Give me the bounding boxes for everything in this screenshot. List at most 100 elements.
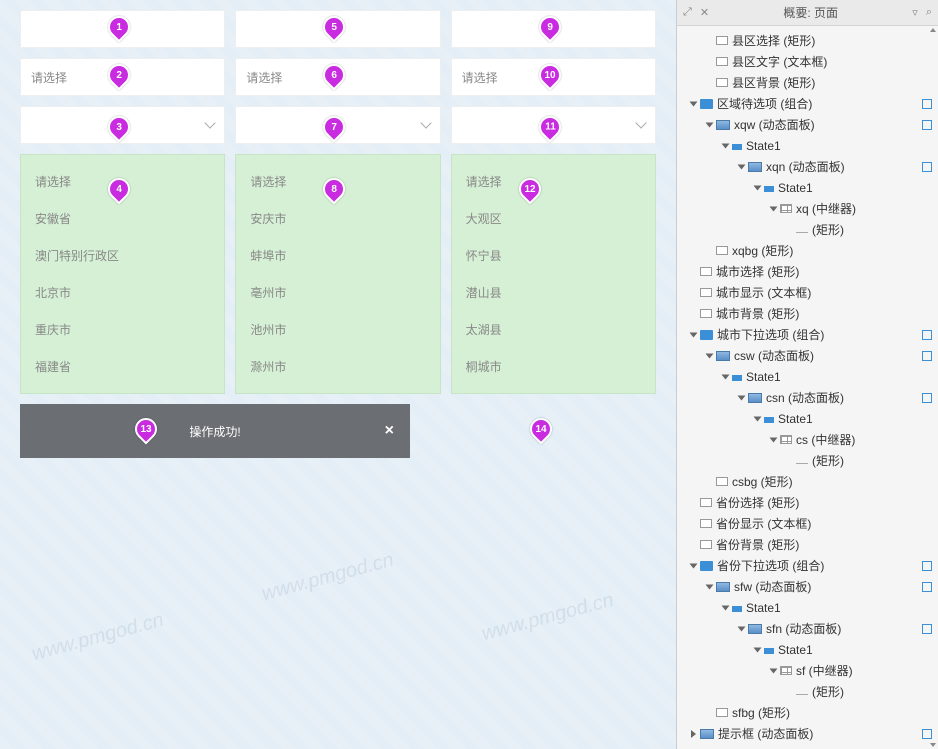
tree-node[interactable]: csbg (矩形) — [677, 471, 938, 492]
tree-node-label: 省份下拉选项 (组合) — [717, 557, 824, 574]
tree-toggle-icon[interactable] — [706, 122, 714, 127]
tree-toggle-icon[interactable] — [722, 605, 730, 610]
tree-node[interactable]: 城市背景 (矩形) — [677, 303, 938, 324]
search-icon[interactable]: ⌕ — [926, 6, 932, 19]
tree-node[interactable]: 城市下拉选项 (组合) — [677, 324, 938, 345]
tree-node[interactable]: 省份背景 (矩形) — [677, 534, 938, 555]
visibility-icon[interactable] — [922, 351, 932, 361]
tree-toggle-icon[interactable] — [770, 668, 778, 673]
tree-node[interactable]: 省份下拉选项 (组合) — [677, 555, 938, 576]
watermark: www.pmgod.cn — [479, 589, 616, 646]
tree-node[interactable]: xqn (动态面板) — [677, 156, 938, 177]
tree-node-label: sfw (动态面板) — [734, 578, 811, 595]
tree-toggle-icon[interactable] — [770, 206, 778, 211]
tree-toggle-icon[interactable] — [754, 185, 762, 190]
list-item[interactable]: 澳门特别行政区 — [21, 237, 224, 274]
tree-node[interactable]: 城市显示 (文本框) — [677, 282, 938, 303]
tree-node[interactable]: 区域待选项 (组合) — [677, 93, 938, 114]
tree-toggle-icon[interactable] — [690, 101, 698, 106]
tree-toggle-icon[interactable] — [770, 437, 778, 442]
tree-node[interactable]: xqbg (矩形) — [677, 240, 938, 261]
tree-node[interactable]: csw (动态面板) — [677, 345, 938, 366]
tree-node-label: (矩形) — [812, 452, 844, 469]
tree-node[interactable]: (矩形) — [677, 681, 938, 702]
visibility-icon[interactable] — [922, 162, 932, 172]
tree-node[interactable]: xqw (动态面板) — [677, 114, 938, 135]
tree-node[interactable]: 县区选择 (矩形) — [677, 30, 938, 51]
tree-node[interactable]: 提示框 (动态面板) — [677, 723, 938, 744]
tree-toggle-icon[interactable] — [690, 563, 698, 568]
tree-node[interactable]: 省份显示 (文本框) — [677, 513, 938, 534]
list-item[interactable]: 蚌埠市 — [236, 237, 439, 274]
grid-icon — [780, 204, 792, 213]
visibility-icon[interactable] — [922, 330, 932, 340]
filter-icon[interactable]: ▿ — [912, 6, 918, 19]
visibility-icon[interactable] — [922, 582, 932, 592]
list-item[interactable]: 北京市 — [21, 274, 224, 311]
tree-toggle-icon[interactable] — [722, 374, 730, 379]
list-item[interactable]: 桐城市 — [452, 348, 655, 385]
tree-node[interactable]: csn (动态面板) — [677, 387, 938, 408]
tree-node[interactable]: sf (中继器) — [677, 660, 938, 681]
tree-node[interactable]: 县区文字 (文本框) — [677, 51, 938, 72]
tree-node[interactable]: 城市选择 (矩形) — [677, 261, 938, 282]
tree-node[interactable]: State1 — [677, 639, 938, 660]
list-item[interactable]: 怀宁县 — [452, 237, 655, 274]
state-icon — [764, 417, 774, 423]
tree-node[interactable]: xq (中继器) — [677, 198, 938, 219]
tree-node[interactable]: sfn (动态面板) — [677, 618, 938, 639]
visibility-icon[interactable] — [922, 393, 932, 403]
visibility-icon[interactable] — [922, 729, 932, 739]
tree-toggle-icon[interactable] — [706, 584, 714, 589]
list-item[interactable]: 重庆市 — [21, 311, 224, 348]
list-item[interactable]: 太湖县 — [452, 311, 655, 348]
state-icon — [764, 186, 774, 192]
list-item[interactable]: 安庆市 — [236, 200, 439, 237]
list-item[interactable]: 请选择 — [452, 163, 655, 200]
close-icon[interactable]: × — [385, 422, 394, 440]
list-item[interactable]: 池州市 — [236, 311, 439, 348]
list-item[interactable]: 亳州市 — [236, 274, 439, 311]
tree-node[interactable]: State1 — [677, 366, 938, 387]
visibility-icon[interactable] — [922, 99, 932, 109]
folder-icon — [700, 561, 713, 571]
visibility-icon[interactable] — [922, 120, 932, 130]
tree-node[interactable]: (矩形) — [677, 450, 938, 471]
tree-node[interactable]: State1 — [677, 177, 938, 198]
state-icon — [764, 648, 774, 654]
tree-node[interactable]: State1 — [677, 135, 938, 156]
panel-icon — [716, 120, 730, 130]
tree-toggle-icon[interactable] — [738, 395, 746, 400]
panel-icon — [748, 393, 762, 403]
tree-toggle-icon[interactable] — [691, 730, 696, 738]
tree-node[interactable]: (矩形) — [677, 219, 938, 240]
tree-node[interactable]: State1 — [677, 408, 938, 429]
list-item[interactable]: 潜山县 — [452, 274, 655, 311]
list-item[interactable]: 滁州市 — [236, 348, 439, 385]
expand-icon[interactable]: ⤢ — [683, 6, 692, 19]
tree-toggle-icon[interactable] — [738, 626, 746, 631]
tree-node[interactable]: sfw (动态面板) — [677, 576, 938, 597]
outline-tree[interactable]: 县区选择 (矩形)县区文字 (文本框)县区背景 (矩形)区域待选项 (组合)xq… — [677, 26, 938, 749]
tree-node[interactable]: State1 — [677, 597, 938, 618]
tree-toggle-icon[interactable] — [690, 332, 698, 337]
tree-node-label: 县区文字 (文本框) — [732, 53, 827, 70]
tree-toggle-icon[interactable] — [754, 416, 762, 421]
tree-toggle-icon[interactable] — [706, 353, 714, 358]
tree-node[interactable]: 县区背景 (矩形) — [677, 72, 938, 93]
text-icon — [700, 288, 712, 297]
visibility-icon[interactable] — [922, 561, 932, 571]
tree-toggle-icon[interactable] — [722, 143, 730, 148]
tree-node[interactable]: cs (中继器) — [677, 429, 938, 450]
list-item[interactable]: 大观区 — [452, 200, 655, 237]
tree-node-label: 提示框 (动态面板) — [718, 725, 813, 742]
tree-node[interactable]: 省份选择 (矩形) — [677, 492, 938, 513]
close-icon[interactable]: ✕ — [700, 6, 709, 19]
folder-icon — [700, 330, 713, 340]
tree-node[interactable]: sfbg (矩形) — [677, 702, 938, 723]
visibility-icon[interactable] — [922, 624, 932, 634]
list-item[interactable]: 福建省 — [21, 348, 224, 385]
tree-toggle-icon[interactable] — [754, 647, 762, 652]
tree-toggle-icon[interactable] — [738, 164, 746, 169]
list-item[interactable]: 安徽省 — [21, 200, 224, 237]
